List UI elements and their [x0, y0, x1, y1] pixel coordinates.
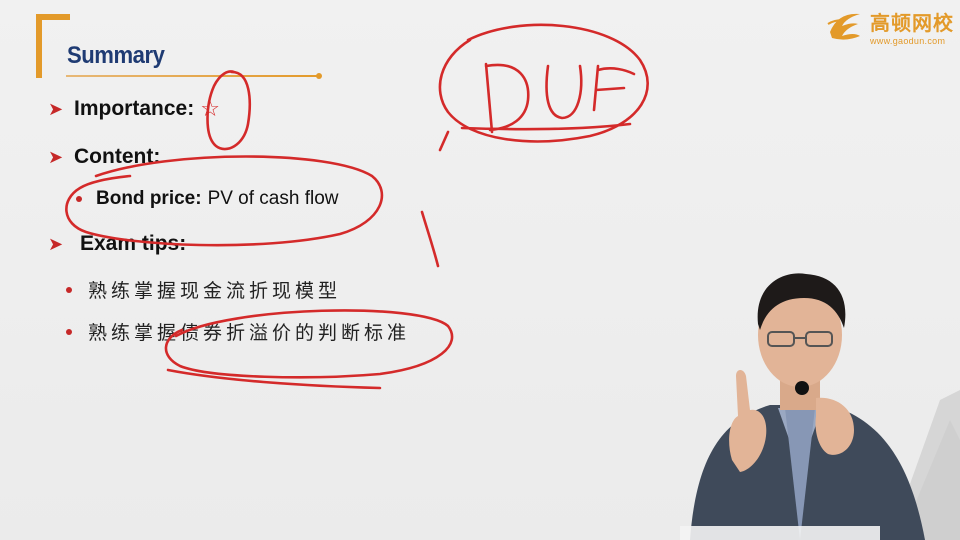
annotation-letter-u [545, 64, 583, 120]
title-bracket [36, 14, 70, 78]
bullet-exam-tips-label: Exam tips: [80, 232, 187, 255]
tip-item-text: 熟练掌握现金流折现模型 [88, 280, 342, 302]
bullet-importance-label: Importance: [74, 97, 195, 120]
bullet-content: ➤ Content: [48, 145, 160, 169]
annotation-underline-duf [460, 122, 632, 131]
arrow-bullet-icon: ➤ [48, 146, 64, 167]
presenter-video [680, 273, 960, 540]
content-subitem-text: PV of cash flow [207, 188, 339, 209]
dot-bullet-icon [66, 286, 72, 293]
bullet-content-label: Content: [74, 145, 161, 168]
annotation-letter-f [592, 64, 636, 112]
slide-title: Summary [67, 42, 165, 69]
brand-mark-icon [827, 13, 860, 40]
brand-name: 高顿网校 [870, 10, 954, 35]
annotation-circle-duf [438, 23, 649, 143]
lecture-slide: Summary ➤ Importance: ☆ ➤ Content: Bond … [0, 0, 960, 540]
annotation-underline-tip [166, 368, 382, 390]
title-underline-dot [316, 73, 322, 79]
dot-bullet-icon [76, 196, 82, 202]
tip-item: 熟练掌握债券折溢价的判断标准 [66, 318, 410, 345]
content-subitem: Bond price: PV of cash flow [76, 188, 339, 210]
tip-item: 熟练掌握现金流折现模型 [66, 276, 341, 303]
annotation-letter-d [484, 62, 530, 134]
bullet-importance: ➤ Importance: ☆ [48, 96, 220, 122]
star-icon: ☆ [200, 96, 220, 121]
arrow-bullet-icon: ➤ [48, 233, 64, 254]
brand-logo: 高顿网校 www.gaodun.com [824, 6, 954, 46]
arrow-bullet-icon: ➤ [48, 98, 64, 119]
dot-bullet-icon [66, 328, 72, 335]
content-subitem-strong: Bond price: [96, 188, 202, 209]
bullet-exam-tips: ➤ Exam tips: [48, 232, 186, 256]
annotation-stroke [420, 210, 440, 268]
tip-item-text: 熟练掌握债券折溢价的判断标准 [88, 322, 411, 344]
title-underline [66, 75, 320, 77]
annotation-tick [438, 130, 450, 152]
brand-url: www.gaodun.com [870, 35, 946, 46]
